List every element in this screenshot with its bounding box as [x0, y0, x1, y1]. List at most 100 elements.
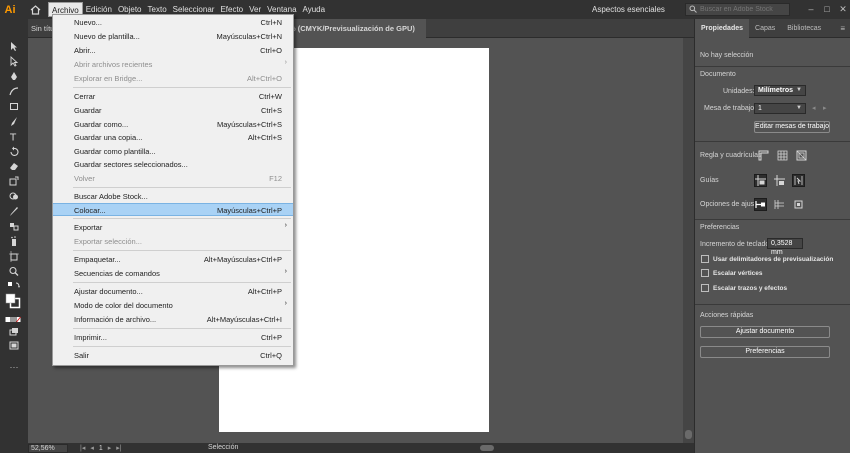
- menu-item-abrir[interactable]: Abrir... Ctrl+O: [53, 44, 293, 57]
- menu-item-guardar-como[interactable]: Guardar como... Mayúsculas+Ctrl+S: [53, 118, 293, 131]
- panel-menu-icon[interactable]: ≡: [840, 24, 845, 33]
- guides-show-icon[interactable]: [754, 174, 767, 187]
- artboard-tool-icon[interactable]: [7, 250, 21, 263]
- menu-item-informacion-archivo[interactable]: Información de archivo... Alt+Mayúsculas+…: [53, 313, 293, 326]
- pen-tool-icon[interactable]: [7, 70, 21, 83]
- minimize-icon[interactable]: –: [806, 3, 816, 15]
- swap-colors-icon[interactable]: [7, 280, 21, 293]
- selection-tool-icon[interactable]: [7, 40, 21, 53]
- unidades-select[interactable]: Milímetros ▼: [754, 85, 806, 96]
- stock-search[interactable]: [685, 3, 790, 16]
- grid-icon[interactable]: [776, 149, 789, 162]
- color-modes-icon[interactable]: [5, 313, 21, 326]
- last-artboard-icon[interactable]: ▸|: [116, 444, 121, 452]
- current-tool-label[interactable]: Selección: [208, 443, 238, 453]
- menu-item-nuevo-plantilla[interactable]: Nuevo de plantilla... Mayúsculas+Ctrl+N: [53, 30, 293, 43]
- rulers-icon[interactable]: [757, 149, 770, 162]
- smart-guides-icon[interactable]: [792, 174, 805, 187]
- transparency-grid-icon[interactable]: [795, 149, 808, 162]
- menu-item-nuevo[interactable]: Nuevo... Ctrl+N: [53, 16, 293, 29]
- panel-tab-bar: Propiedades Capas Bibliotecas ≡: [695, 18, 850, 38]
- menu-item-empaquetar[interactable]: Empaquetar... Alt+Mayúsculas+Ctrl+P: [53, 253, 293, 266]
- menu-item-exportar[interactable]: Exportar ›: [53, 221, 293, 234]
- snap-to-grid-icon[interactable]: [773, 198, 786, 211]
- doc-tab-background[interactable]: Sin títu: [28, 19, 52, 38]
- prev-artboard-icon[interactable]: ◂: [90, 444, 94, 452]
- type-tool-icon[interactable]: T: [7, 130, 21, 143]
- tab-capas[interactable]: Capas: [749, 19, 781, 38]
- ajustar-documento-button[interactable]: Ajustar documento: [700, 326, 830, 338]
- direct-selection-tool-icon[interactable]: [7, 55, 21, 68]
- eraser-tool-icon[interactable]: [7, 160, 21, 173]
- menu-item-colocar[interactable]: Colocar... Mayúsculas+Ctrl+P: [53, 203, 293, 216]
- free-transform-tool-icon[interactable]: [7, 175, 21, 188]
- tab-bibliotecas[interactable]: Bibliotecas: [781, 19, 827, 38]
- menu-item-secuencias[interactable]: Secuencias de comandos ›: [53, 267, 293, 280]
- close-icon[interactable]: ✕: [838, 3, 848, 15]
- checkbox-box[interactable]: [701, 284, 709, 292]
- draw-modes-icon[interactable]: [7, 326, 21, 339]
- menu-item-ajustar-documento[interactable]: Ajustar documento... Alt+Ctrl+P: [53, 285, 293, 298]
- menu-item-volver[interactable]: Volver F12: [53, 172, 293, 185]
- submenu-arrow-icon: ›: [284, 300, 287, 307]
- home-icon[interactable]: [28, 3, 42, 17]
- rectangle-tool-icon[interactable]: [7, 100, 21, 113]
- preferencias-heading: Preferencias: [700, 224, 740, 231]
- menu-item-explorar-bridge[interactable]: Explorar en Bridge... Alt+Ctrl+O: [53, 72, 293, 85]
- prev-artboard-icon[interactable]: ◂: [812, 104, 816, 112]
- window-controls: – □ ✕: [806, 3, 848, 15]
- zoom-tool-icon[interactable]: [7, 265, 21, 278]
- maximize-icon[interactable]: □: [822, 3, 832, 15]
- menu-item-guardar[interactable]: Guardar Ctrl+S: [53, 104, 293, 117]
- checkbox-escalar-vertices[interactable]: Escalar vértices: [701, 269, 763, 277]
- mesa-select[interactable]: 1 ▼: [754, 103, 806, 114]
- menu-item-exportar-seleccion[interactable]: Exportar selección...: [53, 235, 293, 248]
- menu-item-cerrar[interactable]: Cerrar Ctrl+W: [53, 90, 293, 103]
- menu-ayuda[interactable]: Ayuda: [300, 2, 329, 17]
- incremento-field[interactable]: 0,3528 mm: [767, 238, 803, 256]
- horizontal-scroll-thumb[interactable]: [480, 445, 494, 451]
- curvature-tool-icon[interactable]: [7, 85, 21, 98]
- next-artboard-icon[interactable]: ▸: [823, 104, 827, 112]
- workspace-switcher[interactable]: Aspectos esenciales ▼: [588, 3, 694, 16]
- next-artboard-icon[interactable]: ▸: [108, 444, 112, 452]
- checkbox-usar-delimitadores[interactable]: Usar delimitadores de previsualización: [701, 255, 833, 263]
- artboard-number[interactable]: 1: [99, 445, 103, 452]
- snap-to-pixel-icon[interactable]: [792, 198, 805, 211]
- chevron-down-icon: ▼: [796, 87, 802, 93]
- menu-item-guardar-sectores[interactable]: Guardar sectores seleccionados...: [53, 158, 293, 171]
- menu-item-modo-color[interactable]: Modo de color del documento ›: [53, 299, 293, 312]
- symbol-sprayer-tool-icon[interactable]: [7, 235, 21, 248]
- menu-item-salir[interactable]: Salir Ctrl+Q: [53, 349, 293, 362]
- menu-item-guardar-plantilla[interactable]: Guardar como plantilla...: [53, 145, 293, 158]
- mesa-label: Mesa de trabajo:: [704, 105, 757, 112]
- search-input[interactable]: [700, 6, 790, 13]
- doc-tab-active[interactable]: % (CMYK/Previsualización de GPU): [286, 19, 426, 38]
- preferencias-button[interactable]: Preferencias: [700, 346, 830, 358]
- blend-tool-icon[interactable]: [7, 220, 21, 233]
- snap-to-point-icon[interactable]: [754, 198, 767, 211]
- zoom-level-field[interactable]: 52,56%: [28, 443, 68, 453]
- checkbox-box[interactable]: [701, 269, 709, 277]
- checkbox-escalar-trazos[interactable]: Escalar trazos y efectos: [701, 284, 787, 292]
- menu-item-buscar-stock[interactable]: Buscar Adobe Stock...: [53, 190, 293, 203]
- menu-separator: [73, 250, 291, 251]
- checkbox-box[interactable]: [701, 255, 709, 263]
- rotate-tool-icon[interactable]: [7, 145, 21, 158]
- guides-lock-icon[interactable]: [773, 174, 786, 187]
- menu-item-guardar-copia[interactable]: Guardar una copia... Alt+Ctrl+S: [53, 131, 293, 144]
- paintbrush-tool-icon[interactable]: [7, 115, 21, 128]
- shape-builder-tool-icon[interactable]: [7, 190, 21, 203]
- tab-propiedades[interactable]: Propiedades: [695, 18, 750, 38]
- menu-item-abrir-recientes[interactable]: Abrir archivos recientes ›: [53, 58, 293, 71]
- ajuste-label: Opciones de ajuste: [700, 201, 760, 208]
- fill-stroke-swatch[interactable]: [5, 293, 21, 309]
- more-tools-icon[interactable]: ···: [7, 360, 21, 373]
- menu-item-imprimir[interactable]: Imprimir... Ctrl+P: [53, 331, 293, 344]
- vertical-scrollbar[interactable]: [683, 38, 694, 443]
- eyedropper-tool-icon[interactable]: [7, 205, 21, 218]
- screen-mode-icon[interactable]: [7, 339, 21, 352]
- edit-artboards-button[interactable]: Editar mesas de trabajo: [754, 121, 830, 133]
- vertical-scroll-thumb[interactable]: [685, 430, 692, 439]
- first-artboard-icon[interactable]: |◂: [80, 444, 85, 452]
